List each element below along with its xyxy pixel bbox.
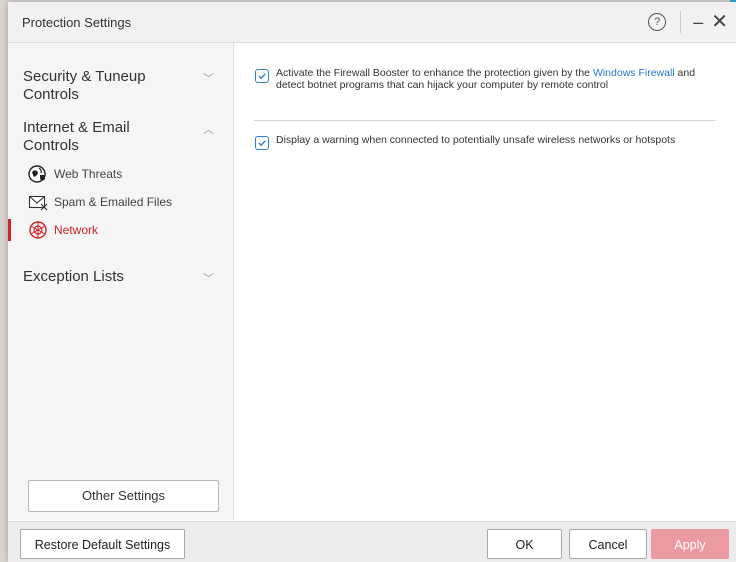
cancel-button[interactable]: Cancel	[569, 529, 647, 559]
window-title: Protection Settings	[22, 14, 132, 30]
settings-content: Activate the Firewall Booster to enhance…	[234, 43, 736, 520]
option-text-part: Activate the Firewall Booster to enhance…	[276, 67, 593, 79]
restore-default-settings-button[interactable]: Restore Default Settings	[20, 529, 185, 559]
options-divider	[254, 120, 716, 121]
help-icon[interactable]: ?	[648, 13, 667, 31]
close-icon[interactable]: ✕	[711, 12, 728, 32]
ok-button[interactable]: OK	[487, 529, 562, 559]
title-bar-controls: ? – ✕	[648, 11, 728, 33]
firewall-booster-text: Activate the Firewall Booster to enhance…	[276, 67, 706, 91]
windows-firewall-link[interactable]: Windows Firewall	[593, 67, 675, 79]
sidebar: Security & Tuneup Controls ﹀ Internet & …	[8, 43, 234, 520]
wireless-warning-text: Display a warning when connected to pote…	[276, 134, 676, 146]
sidebar-group-label: Exception Lists	[23, 268, 124, 285]
wireless-warning-option: Display a warning when connected to pote…	[255, 134, 706, 150]
minimize-icon[interactable]: –	[693, 13, 703, 31]
sidebar-group-internet-email[interactable]: Internet & Email Controls ︿	[8, 119, 214, 155]
sidebar-group-exception-lists[interactable]: Exception Lists ﹀	[8, 268, 214, 286]
title-bar-divider	[680, 11, 682, 33]
network-globe-icon	[28, 220, 48, 240]
sidebar-item-network[interactable]: Network	[8, 216, 233, 244]
dialog-footer: Restore Default Settings OK Cancel Apply	[8, 521, 736, 562]
sidebar-item-label: Network	[54, 223, 99, 237]
globe-shield-icon	[28, 164, 48, 184]
firewall-booster-option: Activate the Firewall Booster to enhance…	[255, 67, 706, 91]
checkmark-icon	[258, 140, 266, 147]
protection-settings-window: Protection Settings ? – ✕ Security & Tun…	[8, 2, 736, 562]
sidebar-group-label: Internet & Email Controls	[23, 119, 130, 154]
sidebar-group-label: Security & Tuneup Controls	[23, 68, 146, 103]
wireless-warning-checkbox[interactable]	[255, 136, 269, 150]
sidebar-item-label: Web Threats	[54, 167, 123, 181]
sidebar-item-label: Spam & Emailed Files	[54, 195, 173, 209]
sidebar-item-web-threats[interactable]: Web Threats	[8, 160, 233, 188]
sidebar-item-spam-emailed-files[interactable]: Spam & Emailed Files	[8, 188, 233, 216]
checkmark-icon	[258, 73, 266, 80]
internet-email-subitems: Web Threats Spam & Emailed Files Network	[8, 160, 233, 244]
apply-button[interactable]: Apply	[651, 529, 729, 559]
sidebar-group-security-tuneup[interactable]: Security & Tuneup Controls ﹀	[8, 68, 214, 104]
other-settings-button[interactable]: Other Settings	[28, 480, 219, 512]
title-bar: Protection Settings ? – ✕	[8, 2, 736, 43]
firewall-booster-checkbox[interactable]	[255, 69, 269, 83]
mail-x-icon	[28, 192, 48, 212]
